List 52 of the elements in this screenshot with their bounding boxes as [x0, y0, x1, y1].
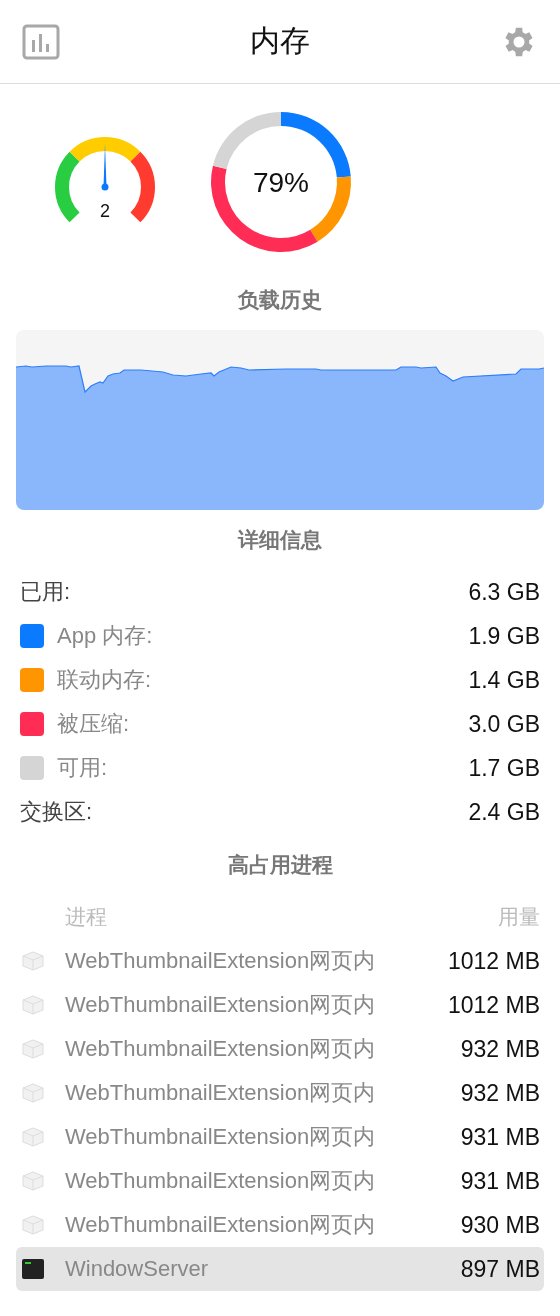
package-icon: [20, 1038, 46, 1060]
detail-value: 1.7 GB: [468, 754, 540, 782]
process-usage: 897 MB: [460, 1255, 540, 1283]
detail-value: 3.0 GB: [468, 710, 540, 738]
package-icon: [20, 950, 46, 972]
process-usage: 931 MB: [460, 1167, 540, 1195]
process-usage: 1012 MB: [447, 947, 540, 975]
detail-label: 已用:: [20, 578, 72, 606]
process-name: WebThumbnailExtension网页内: [65, 1035, 377, 1063]
process-row[interactable]: WebThumbnailExtension网页内 931 MB: [16, 1159, 544, 1203]
section-title: 负载历史: [238, 287, 322, 313]
process-name: WebThumbnailExtension网页内: [65, 1079, 377, 1107]
process-row[interactable]: WebThumbnailExtension网页内 1012 MB: [16, 983, 544, 1027]
detail-value: 1.9 GB: [468, 622, 540, 650]
section-title: 高占用进程: [227, 852, 333, 878]
usage-percent: 79%: [253, 167, 309, 198]
process-row[interactable]: WebThumbnailExtension网页内 932 MB: [16, 1027, 544, 1071]
package-icon: [20, 1214, 46, 1236]
detail-label: 可用:: [57, 754, 109, 782]
process-row[interactable]: WebThumbnailExtension网页内 931 MB: [16, 1115, 544, 1159]
process-name: WindowServer: [65, 1256, 210, 1282]
section-title: 详细信息: [238, 527, 322, 553]
gauge-reading: 2: [100, 201, 110, 221]
process-row[interactable]: WebThumbnailExtension网页内 1012 MB: [16, 939, 544, 983]
process-usage: 930 MB: [460, 1211, 540, 1239]
detail-value: 1.4 GB: [468, 666, 540, 694]
process-row[interactable]: WindowServer 897 MB: [16, 1247, 544, 1291]
process-usage: 931 MB: [460, 1123, 540, 1151]
detail-value: 2.4 GB: [468, 798, 540, 826]
detail-label: 交换区:: [20, 798, 94, 826]
window-title: 内存: [250, 23, 310, 59]
process-usage: 1012 MB: [447, 991, 540, 1019]
detail-label: App 内存:: [57, 622, 154, 650]
process-name: WebThumbnailExtension网页内: [65, 947, 377, 975]
detail-label: 联动内存:: [57, 666, 153, 694]
process-name: WebThumbnailExtension网页内: [65, 1211, 377, 1239]
terminal-icon: [20, 1258, 46, 1280]
column-header: 用量: [498, 904, 540, 930]
process-name: WebThumbnailExtension网页内: [65, 1167, 377, 1195]
process-row[interactable]: WebThumbnailExtension网页内 932 MB: [16, 1071, 544, 1115]
package-icon: [20, 1082, 46, 1104]
package-icon: [20, 1170, 46, 1192]
process-row[interactable]: WebThumbnailExtension网页内 930 MB: [16, 1203, 544, 1247]
detail-value: 6.3 GB: [468, 578, 540, 606]
process-usage: 932 MB: [460, 1035, 540, 1063]
package-icon: [20, 1126, 46, 1148]
process-name: WebThumbnailExtension网页内: [65, 991, 377, 1019]
detail-label: 被压缩:: [57, 710, 131, 738]
package-icon: [20, 994, 46, 1016]
column-header: 进程: [65, 904, 107, 930]
process-name: WebThumbnailExtension网页内: [65, 1123, 377, 1151]
process-usage: 932 MB: [460, 1079, 540, 1107]
